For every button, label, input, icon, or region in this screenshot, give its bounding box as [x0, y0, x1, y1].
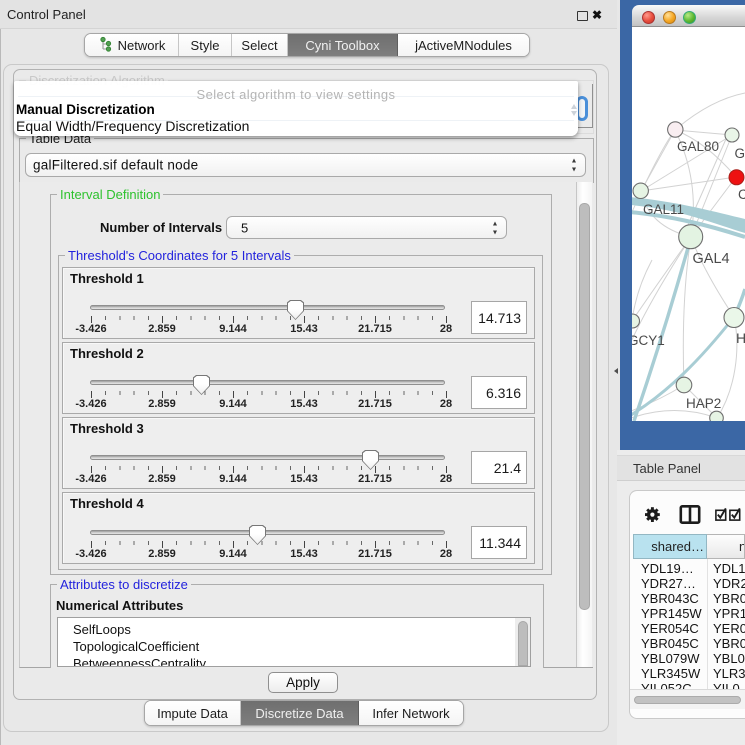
svg-text:GAL80: GAL80 — [677, 139, 719, 154]
svg-text:HA: HA — [736, 330, 745, 346]
svg-text:GA: GA — [735, 146, 745, 161]
svg-text:GAL11: GAL11 — [643, 202, 684, 217]
svg-text:GAL4: GAL4 — [693, 251, 730, 267]
svg-text:HAP2: HAP2 — [686, 396, 721, 411]
svg-text:CR: CR — [738, 187, 745, 202]
svg-text:GCY1: GCY1 — [632, 333, 665, 348]
